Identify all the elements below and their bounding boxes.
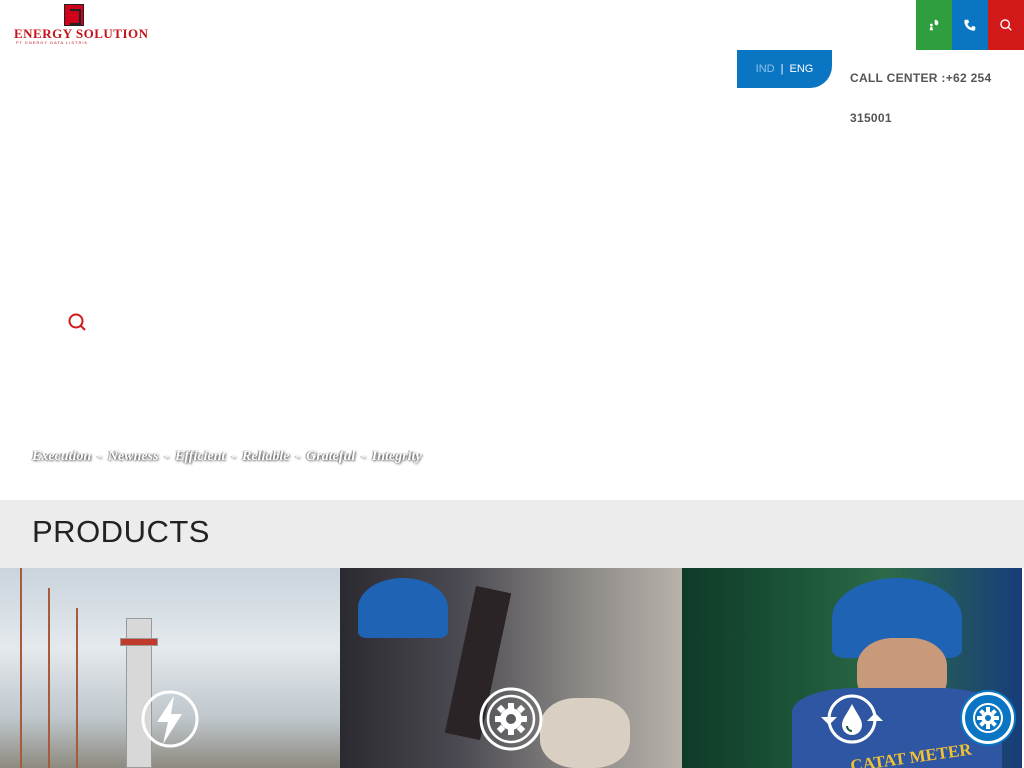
search-icon[interactable] [66, 311, 88, 333]
lang-ind-link[interactable]: IND [756, 63, 775, 75]
tower-ring [120, 638, 158, 646]
value-execution: Execution [32, 449, 92, 464]
helmet-decoration [358, 578, 448, 638]
gear-icon [479, 687, 543, 751]
value-separator: - [164, 449, 170, 464]
search-icon [1000, 19, 1012, 31]
value-efficient: Efficient [175, 449, 226, 464]
scaffold-decoration [76, 608, 78, 768]
lang-separator: | [780, 63, 784, 75]
value-reliable: Reliable [242, 449, 290, 464]
phone-icon [964, 19, 976, 31]
value-separator: - [231, 449, 236, 464]
value-newness: Newness [107, 449, 159, 464]
green-action-button[interactable] [916, 0, 952, 50]
lang-eng-link[interactable]: ENG [789, 63, 813, 75]
phone-button[interactable] [952, 0, 988, 50]
language-switcher: IND | ENG [737, 50, 832, 88]
value-separator: - [97, 449, 102, 464]
products-title: PRODUCTS [32, 514, 210, 549]
logo[interactable]: ENERGY SOLUTION PT ENERGY DATA LISTRIK [14, 4, 148, 48]
product-card-engineering[interactable] [340, 568, 682, 768]
product-card-electricity[interactable] [0, 568, 340, 768]
value-separator: - [295, 449, 301, 464]
company-values: Execution - Newness - Efficient - Reliable - Gra… [32, 449, 426, 465]
search-button[interactable] [988, 0, 1024, 50]
scaffold-decoration [20, 568, 22, 768]
gear-icon [973, 703, 1003, 733]
logo-subtext: PT ENERGY DATA LISTRIK [16, 40, 89, 45]
products-section-header: PRODUCTS [0, 500, 1024, 568]
value-separator: - [361, 449, 366, 464]
water-drop-cycle-icon [821, 694, 883, 744]
value-grateful: Grateful [306, 449, 356, 464]
glove-decoration [540, 698, 630, 768]
accessibility-settings-button[interactable] [962, 692, 1014, 744]
call-center-label: CALL CENTER : [850, 71, 946, 85]
page: ENERGY SOLUTION PT ENERGY DATA LISTRIK I… [0, 0, 1024, 768]
logo-mark-icon [64, 4, 84, 26]
call-center: CALL CENTER :+62 254 315001 [850, 58, 1000, 138]
scaffold-decoration [48, 588, 50, 768]
leaf-person-icon [929, 19, 939, 31]
lightning-icon [141, 690, 199, 748]
value-integrity: Integrity [371, 449, 422, 464]
